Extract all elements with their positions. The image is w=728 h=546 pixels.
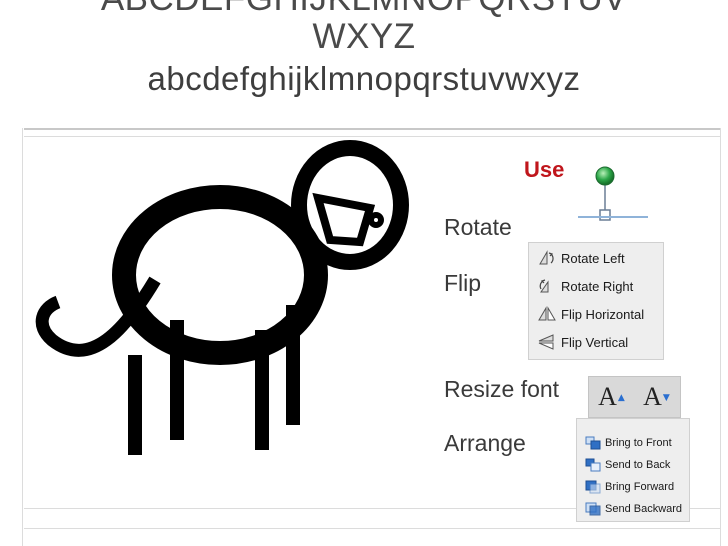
right-guide-line: [720, 128, 721, 546]
menu-item-label: Bring Forward: [605, 481, 675, 493]
title-uppercase-line2: WXYZ: [312, 17, 416, 56]
left-guide-line: [22, 128, 23, 546]
footer-divider-secondary: [24, 528, 720, 529]
stick-figure-drawing: [35, 140, 409, 455]
title-lowercase-line: abcdefghijklmnopqrstuvwxyz: [147, 60, 581, 97]
menu-item-flip-vertical[interactable]: Flip Vertical: [529, 330, 628, 354]
rotate-menu: Rotate Left Rotate Right Flip Horizontal…: [528, 242, 664, 360]
font-size-buttons: A ▲ A ▼: [588, 376, 681, 418]
arrange-label: Arrange: [444, 430, 526, 456]
send-to-back-icon: [585, 458, 601, 472]
bring-forward-icon: [585, 480, 601, 494]
slide-title: ABCDEFGHIJKLMNOPQRSTUV WXYZ abcdefghijkl…: [0, 0, 728, 98]
rotation-handle-icon: [578, 166, 648, 221]
grow-font-button[interactable]: A ▲: [589, 377, 634, 417]
menu-item-flip-horizontal[interactable]: Flip Horizontal: [529, 302, 644, 326]
title-uppercase-line1: ABCDEFGHIJKLMNOPQRSTUV: [0, 0, 728, 18]
menu-item-label: Rotate Right: [561, 278, 634, 294]
menu-item-label: Send Backward: [605, 503, 683, 515]
menu-item-send-to-back[interactable]: Send to Back: [577, 455, 670, 475]
menu-item-label: Flip Vertical: [561, 334, 629, 350]
menu-item-bring-forward[interactable]: Bring Forward: [577, 477, 674, 497]
shrink-font-arrow-icon: ▼: [662, 393, 670, 403]
flip-label: Flip: [444, 270, 482, 296]
rotate-left-icon: [539, 250, 554, 265]
grow-font-arrow-icon: ▲: [617, 393, 625, 403]
figure-nose: [368, 212, 384, 228]
shrink-font-button[interactable]: A ▼: [634, 377, 679, 417]
flip-vertical-icon: [538, 334, 554, 350]
menu-item-label: Bring to Front: [605, 437, 672, 449]
bring-to-front-icon: [585, 436, 601, 450]
menu-item-rotate-right[interactable]: Rotate Right: [529, 274, 633, 298]
menu-item-label: Send to Back: [605, 459, 671, 471]
menu-item-send-backward[interactable]: Send Backward: [577, 499, 682, 519]
use-label: Use: [524, 157, 565, 182]
menu-item-bring-to-front[interactable]: Bring to Front: [577, 433, 672, 453]
rotate-label: Rotate: [444, 214, 512, 240]
resize-font-label: Resize font: [444, 376, 560, 402]
figure-snout: [312, 192, 376, 247]
title-divider-secondary: [24, 136, 720, 137]
menu-item-label: Rotate Left: [561, 250, 625, 266]
slide: ABCDEFGHIJKLMNOPQRSTUV WXYZ abcdefghijkl…: [0, 0, 728, 546]
flip-horizontal-icon: [538, 306, 556, 321]
title-divider: [24, 128, 720, 130]
arrange-menu: Bring to Front Send to Back Bring Forwar…: [576, 418, 690, 522]
grow-font-glyph: A: [598, 382, 617, 411]
send-backward-icon: [585, 502, 601, 516]
menu-item-label: Flip Horizontal: [561, 306, 645, 322]
rotate-right-icon: [539, 279, 549, 293]
shrink-font-glyph: A: [643, 382, 662, 411]
menu-item-rotate-left[interactable]: Rotate Left: [529, 246, 625, 270]
